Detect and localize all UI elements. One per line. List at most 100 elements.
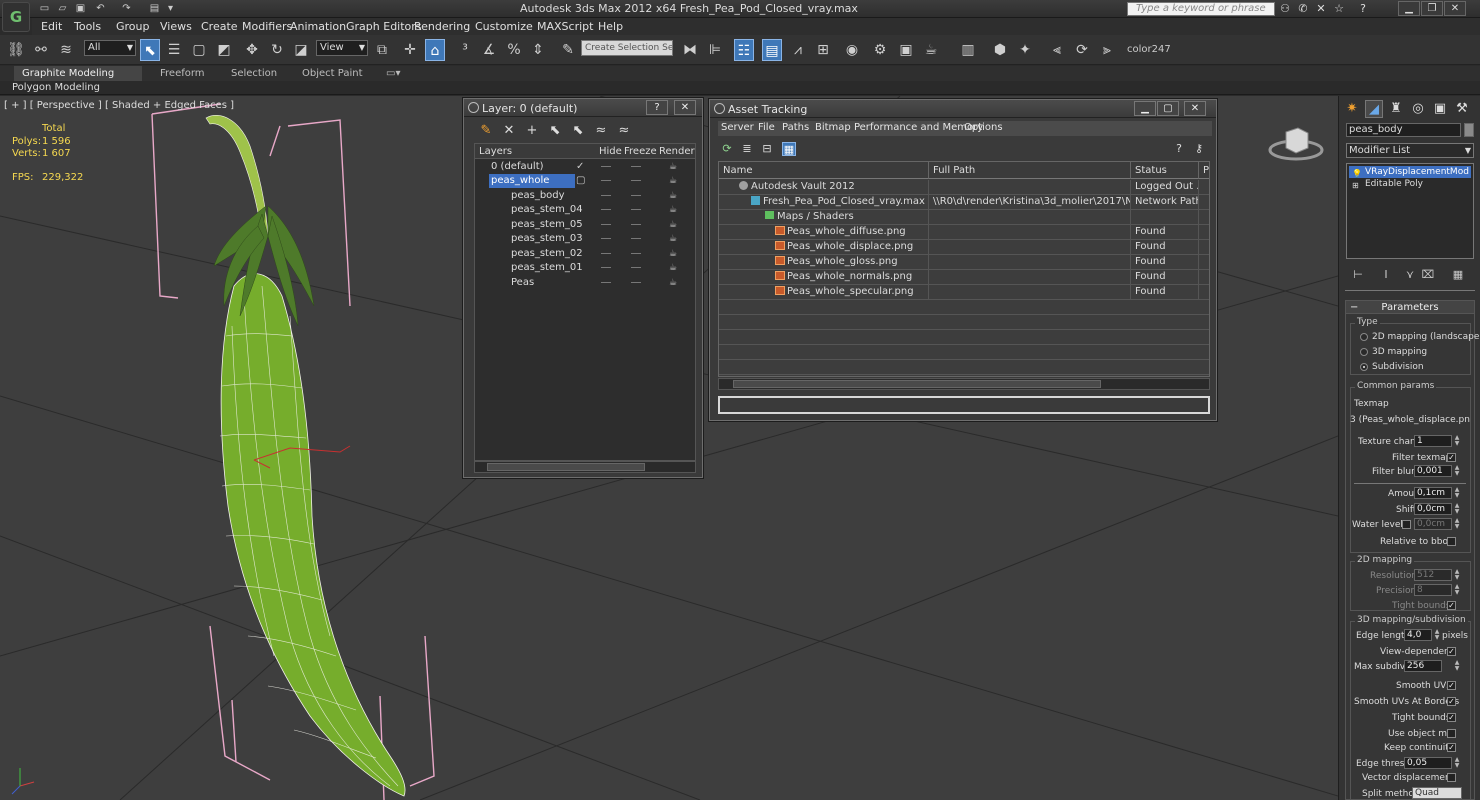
delete-layer-icon[interactable]: ✕ — [501, 123, 517, 139]
table-view-icon[interactable]: ▦ — [782, 142, 796, 156]
select-and-scale-icon[interactable]: ◪ — [291, 39, 311, 61]
col-freeze[interactable]: Freeze — [624, 144, 657, 159]
mirror-icon[interactable]: ⧓ — [680, 39, 700, 61]
maximize-button[interactable]: ▢ — [1157, 101, 1179, 116]
vector-displacement-checkbox[interactable] — [1447, 773, 1456, 782]
menu-modifiers[interactable]: Modifiers — [242, 20, 292, 33]
scrollbar-thumb[interactable] — [487, 463, 645, 471]
filter-blur-spinner[interactable]: 0,001 — [1414, 465, 1452, 477]
named-selection-set-select[interactable]: Create Selection Se — [581, 40, 673, 56]
select-and-link-icon[interactable]: ⛓ — [6, 39, 26, 61]
refresh-icon[interactable]: ⟳ — [720, 142, 734, 156]
vray-proxy-icon[interactable]: ⬢ — [990, 39, 1010, 61]
asset-row[interactable]: Peas_whole_specular.png Found — [719, 285, 1209, 300]
app-logo-icon[interactable]: G — [2, 2, 30, 32]
use-object-mtl-checkbox[interactable] — [1447, 729, 1456, 738]
window-crossing-icon[interactable]: ◩ — [214, 39, 234, 61]
filter-texmap-checkbox[interactable]: ✓ — [1447, 453, 1456, 462]
tab-object-paint[interactable]: Object Paint — [294, 66, 371, 81]
render-teapot-icon[interactable]: ☕ — [669, 276, 677, 290]
render-teapot-icon[interactable]: ☕ — [669, 203, 677, 217]
menu-group[interactable]: Group — [116, 20, 150, 33]
asset-row[interactable]: Maps / Shaders — [719, 210, 1209, 225]
menu-tools[interactable]: Tools — [74, 20, 101, 33]
utilities-tab-icon[interactable]: ⚒ — [1453, 100, 1471, 118]
texmap-button[interactable]: 3 (Peas_whole_displace.png) — [1350, 413, 1470, 427]
snaps-toggle-icon[interactable]: ³ — [455, 39, 475, 61]
spinner-arrows-icon[interactable]: ▲ ▼ — [1454, 503, 1460, 515]
active-layer-check-icon[interactable]: ✓ — [576, 160, 584, 174]
max-subdivs-spinner[interactable]: 256 — [1404, 660, 1442, 672]
help-icon[interactable]: ? — [1356, 2, 1370, 16]
vray-frame-buffer-icon[interactable]: ▥ — [958, 39, 978, 61]
horizontal-scrollbar[interactable] — [474, 461, 696, 473]
render-setup-icon[interactable]: ⚙ — [870, 39, 890, 61]
collapse-icon[interactable]: − — [1350, 301, 1358, 314]
redo-icon[interactable]: ↷ — [120, 2, 133, 15]
menu-graph-editors[interactable]: Graph Editors — [346, 20, 422, 33]
layer-row[interactable]: peas_body ☕ — [475, 189, 697, 203]
create-tab-icon[interactable]: ✷ — [1343, 100, 1361, 118]
render-teapot-icon[interactable]: ☕ — [669, 160, 677, 174]
minimize-button[interactable]: ▁ — [1134, 101, 1156, 116]
col-full-path[interactable]: Full Path — [929, 162, 1131, 179]
parameters-rollout-header[interactable]: − Parameters — [1346, 301, 1474, 314]
radio-subdivision[interactable] — [1360, 363, 1368, 371]
layer-row[interactable]: 0 (default) ✓ ☕ — [475, 160, 697, 174]
schematic-view-icon[interactable]: ⊞ — [813, 39, 833, 61]
tab-freeform[interactable]: Freeform — [152, 66, 213, 81]
configure-sets-icon[interactable]: ▦ — [1451, 268, 1465, 282]
radio-3d-mapping[interactable] — [1360, 348, 1368, 356]
amount-spinner[interactable]: 0,1cm — [1414, 487, 1452, 499]
render-production-icon[interactable]: ☕ — [921, 39, 941, 61]
col-render[interactable]: Render — [659, 144, 695, 159]
menu-paths[interactable]: Paths — [782, 122, 809, 133]
asset-row[interactable]: Peas_whole_normals.png Found — [719, 270, 1209, 285]
modifier-list-select[interactable]: Modifier List ▼ — [1346, 143, 1474, 158]
pin-stack-icon[interactable]: ⊢ — [1351, 268, 1365, 282]
percent-snap-icon[interactable]: % — [504, 39, 524, 61]
close-button[interactable]: ✕ — [1184, 101, 1206, 116]
rendered-frame-window-icon[interactable]: ▣ — [896, 39, 916, 61]
asset-path-input[interactable] — [718, 396, 1210, 414]
reference-coordinate-select[interactable]: View ▼ — [316, 40, 368, 56]
render-teapot-icon[interactable]: ☕ — [669, 247, 677, 261]
spinner-arrows-icon[interactable]: ▲ ▼ — [1454, 757, 1460, 769]
help-button[interactable]: ? — [646, 100, 668, 115]
object-color-swatch[interactable] — [1464, 123, 1474, 137]
modify-tab-icon[interactable]: ◢ — [1365, 100, 1383, 118]
key-mode-icon[interactable]: ⫷ — [1047, 39, 1067, 61]
active-layer-box-icon[interactable]: ▢ — [576, 174, 585, 188]
tab-selection[interactable]: Selection — [223, 66, 285, 81]
quick-access-dropdown-icon[interactable]: ▾ — [164, 2, 177, 15]
minimize-button[interactable]: ▁ — [1398, 1, 1420, 16]
menu-bitmap-performance[interactable]: Bitmap Performance and Memory — [815, 122, 983, 133]
playback-icon[interactable]: ⟳ — [1072, 39, 1092, 61]
vray-light-icon[interactable]: ✦ — [1015, 39, 1035, 61]
stack-item-editable-poly[interactable]: ⊞ Editable Poly — [1349, 178, 1471, 190]
asset-row[interactable]: Peas_whole_gloss.png Found — [719, 255, 1209, 270]
open-file-icon[interactable]: ▱ — [56, 2, 69, 15]
ribbon-options-icon[interactable]: ▭▾ — [378, 66, 408, 81]
menu-customize[interactable]: Customize — [475, 20, 533, 33]
bind-space-warp-icon[interactable]: ≋ — [56, 39, 76, 61]
unlink-icon[interactable]: ⚯ — [31, 39, 51, 61]
material-editor-icon[interactable]: ◉ — [842, 39, 862, 61]
viewcube-icon[interactable] — [1268, 124, 1324, 162]
smooth-uvs-checkbox[interactable]: ✓ — [1447, 681, 1456, 690]
menu-options[interactable]: Options — [964, 122, 1003, 133]
remove-modifier-icon[interactable]: ⌧ — [1421, 268, 1435, 282]
add-to-layer-icon[interactable]: + — [524, 123, 540, 139]
asset-row[interactable]: Peas_whole_diffuse.png Found — [719, 225, 1209, 240]
render-teapot-icon[interactable]: ☕ — [669, 261, 677, 275]
curve-editor-icon[interactable]: ⩘ — [788, 39, 808, 61]
spinner-arrows-icon[interactable]: ▲ ▼ — [1454, 487, 1460, 499]
spinner-arrows-icon[interactable]: ▲ ▼ — [1454, 584, 1460, 596]
layer-window-titlebar[interactable]: Layer: 0 (default) ? ✕ — [464, 99, 702, 117]
rectangular-selection-icon[interactable]: ▢ — [189, 39, 209, 61]
tight-bounds-checkbox[interactable]: ✓ — [1447, 713, 1456, 722]
favorites-star-icon[interactable]: ☆ — [1332, 2, 1346, 16]
col-proxy[interactable]: P — [1199, 162, 1209, 179]
exchange-icon[interactable]: ✕ — [1314, 2, 1328, 16]
layer-row[interactable]: peas_stem_01 ☕ — [475, 261, 697, 275]
